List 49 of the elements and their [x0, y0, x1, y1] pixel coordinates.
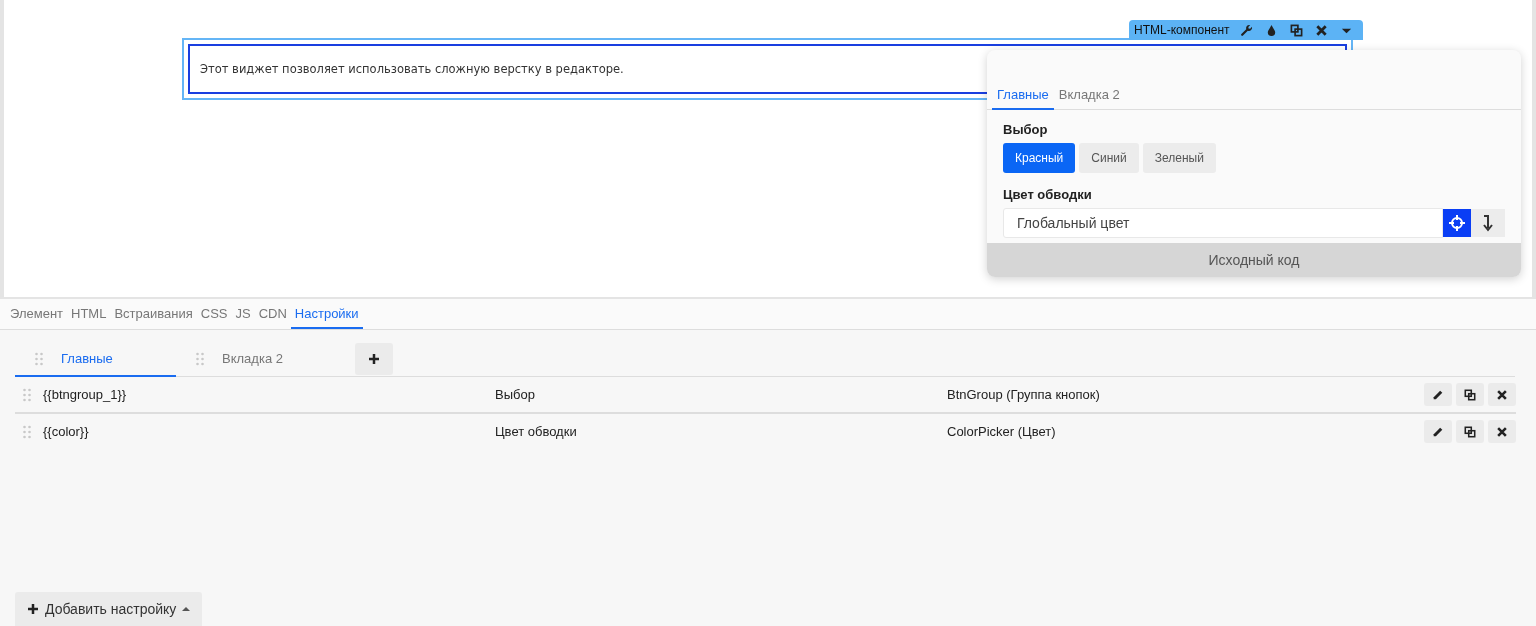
color-field[interactable]: Глобальный цвет: [1003, 208, 1443, 238]
drag-handle-icon[interactable]: [23, 387, 31, 402]
source-code-button[interactable]: Исходный код: [987, 243, 1521, 277]
panel-tab[interactable]: Настройки: [290, 299, 363, 329]
type-cell-text: BtnGroup (Группа кнопок): [947, 387, 1101, 402]
copy-icon: [1464, 425, 1476, 438]
caret-up-icon: [182, 605, 191, 613]
settings-tab[interactable]: Главные: [15, 342, 176, 377]
delete-button[interactable]: [1488, 420, 1516, 443]
duplicate-button[interactable]: [1456, 383, 1484, 406]
variable-cell-text: {{btngroup_1}}: [43, 387, 128, 402]
close-icon: [1496, 388, 1508, 401]
plus-icon: [368, 353, 380, 365]
delete-button[interactable]: [1488, 383, 1516, 406]
edit-button[interactable]: [1424, 420, 1452, 443]
target-button[interactable]: [1443, 209, 1471, 237]
panel-tab[interactable]: CSS: [196, 299, 232, 329]
drag-handle-icon[interactable]: [196, 351, 204, 366]
popover-tab[interactable]: Главные: [992, 80, 1054, 110]
settings-tab[interactable]: Вкладка 2: [176, 342, 337, 377]
copy-icon: [1464, 388, 1476, 401]
drag-handle-icon[interactable]: [23, 424, 31, 439]
panel-tab[interactable]: CDN: [254, 299, 291, 329]
arrow-down-icon: [1482, 214, 1494, 232]
field-label: Цвет обводки: [1003, 187, 1093, 202]
pencil-icon: [1432, 388, 1444, 401]
reset-button[interactable]: [1471, 209, 1505, 237]
option-button[interactable]: Красный: [1003, 143, 1076, 173]
widget-label: HTML-компонент: [1133, 23, 1231, 37]
edit-button[interactable]: [1424, 383, 1452, 406]
drag-handle-icon[interactable]: [35, 351, 43, 366]
title-cell-text: Выбор: [495, 387, 536, 402]
option-button[interactable]: Зеленый: [1142, 143, 1216, 173]
add-tab-button[interactable]: [355, 343, 393, 375]
field-label: Выбор: [1003, 122, 1049, 137]
option-button[interactable]: Синий: [1079, 143, 1139, 173]
type-cell-text: ColorPicker (Цвет): [947, 424, 1057, 439]
duplicate-button[interactable]: [1456, 420, 1484, 443]
variable-cell-text: {{color}}: [43, 424, 90, 439]
panel-tab[interactable]: JS: [231, 299, 255, 329]
panel-tab[interactable]: HTML: [67, 299, 111, 329]
title-cell-text: Цвет обводки: [495, 424, 578, 439]
plus-icon: [27, 603, 39, 615]
add-setting-button[interactable]: Добавить настройку: [15, 592, 203, 626]
panel-tab[interactable]: Элемент: [6, 299, 68, 329]
pencil-icon: [1432, 425, 1444, 438]
crosshair-icon: [1449, 215, 1465, 231]
close-icon: [1496, 425, 1508, 438]
panel-tab[interactable]: Встраивания: [110, 299, 197, 329]
